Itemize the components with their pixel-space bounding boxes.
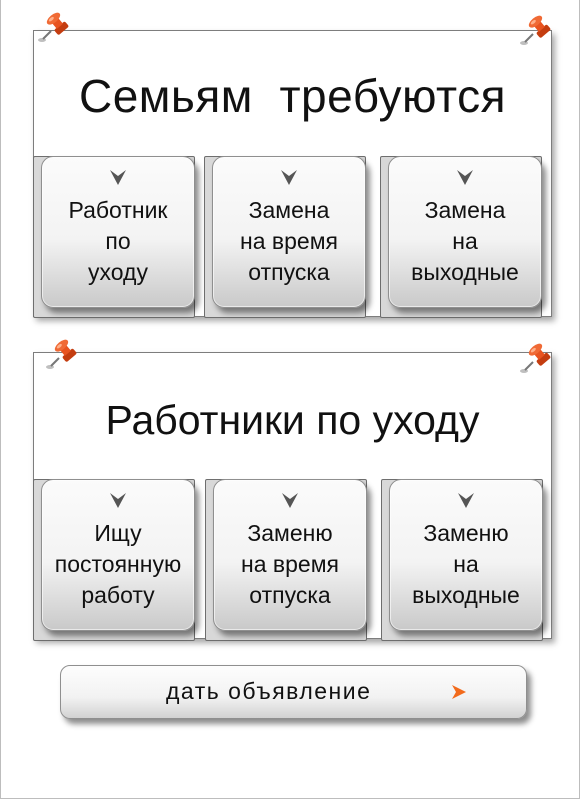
card-label: Ищу постоянную работу — [54, 520, 182, 608]
chevron-down-icon — [110, 170, 126, 185]
chevron-down-icon — [458, 493, 474, 508]
card-will-replace-weekends[interactable]: Заменю на выходные — [389, 479, 543, 631]
card-label: Заменю на время отпуска — [241, 520, 339, 608]
push-pin-icon — [38, 12, 69, 42]
post-ad-button[interactable]: дать объявление — [60, 665, 527, 719]
arrow-right-icon — [452, 685, 466, 699]
card-label: Заменю на выходные — [412, 520, 520, 608]
card-weekend-replacement-needed[interactable]: Замена на выходные — [388, 156, 542, 308]
post-ad-label: дать объявление — [166, 678, 372, 704]
card-will-replace-vacation[interactable]: Заменю на время отпуска — [213, 479, 367, 631]
card-label: Замена на время отпуска — [240, 197, 338, 285]
card-label: Замена на выходные — [411, 197, 519, 285]
push-pin-icon — [520, 15, 551, 45]
push-pin-icon — [520, 343, 551, 373]
card-looking-permanent-job[interactable]: Ищу постоянную работу — [41, 479, 195, 631]
card-label: Работник по уходу — [68, 197, 168, 285]
push-pin-icon — [46, 339, 77, 369]
chevron-down-icon — [110, 493, 126, 508]
chevron-down-icon — [282, 493, 298, 508]
panel-title-families: Семьям требуются — [79, 70, 506, 122]
card-vacation-replacement-needed[interactable]: Замена на время отпуска — [212, 156, 366, 308]
chevron-down-icon — [457, 170, 473, 185]
card-caregiver-needed[interactable]: Работник по уходу — [41, 156, 195, 308]
chevron-down-icon — [281, 170, 297, 185]
panel-title-caregivers: Работники по уходу — [105, 397, 480, 443]
